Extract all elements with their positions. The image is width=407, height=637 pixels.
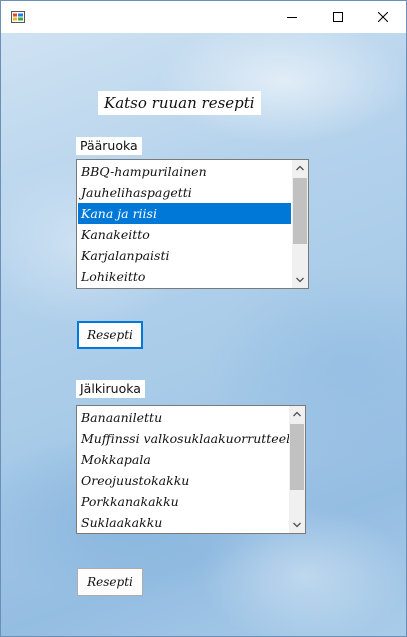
main-course-scrollbar[interactable]	[292, 160, 308, 288]
chevron-up-icon	[296, 165, 304, 171]
main-course-label: Pääruoka	[76, 137, 142, 155]
dessert-listbox[interactable]: Banaanilettu Muffinssi valkosuklaakuorru…	[76, 405, 306, 534]
list-item[interactable]: Kanakeitto	[78, 224, 291, 245]
scroll-thumb[interactable]	[290, 424, 304, 490]
scroll-up-button[interactable]	[292, 160, 308, 176]
list-item[interactable]: Mokkapala	[78, 449, 288, 470]
list-item[interactable]: Jauhelihaspagetti	[78, 182, 291, 203]
scroll-up-button[interactable]	[289, 406, 305, 422]
close-button[interactable]	[360, 1, 406, 33]
close-icon	[378, 12, 388, 22]
app-window: Katso ruuan resepti Pääruoka BBQ-hampuri…	[0, 0, 407, 637]
minimize-button[interactable]	[269, 1, 315, 33]
app-icon	[11, 11, 25, 23]
chevron-down-icon	[296, 277, 304, 283]
minimize-icon	[287, 17, 297, 18]
scroll-down-button[interactable]	[289, 517, 305, 533]
client-area: Katso ruuan resepti Pääruoka BBQ-hampuri…	[1, 33, 406, 636]
dessert-scrollbar[interactable]	[289, 406, 305, 533]
scroll-thumb[interactable]	[293, 178, 307, 244]
list-item[interactable]: Karjalanpaisti	[78, 245, 291, 266]
title-bar[interactable]	[1, 1, 406, 33]
main-course-recipe-button[interactable]: Resepti	[77, 321, 143, 349]
main-course-listbox[interactable]: BBQ-hampurilainen Jauhelihaspagetti Kana…	[76, 159, 309, 289]
scroll-down-button[interactable]	[292, 272, 308, 288]
chevron-down-icon	[293, 522, 301, 528]
maximize-icon	[333, 12, 343, 22]
list-item[interactable]: BBQ-hampurilainen	[78, 161, 291, 182]
list-item[interactable]: Lohikeitto	[78, 266, 291, 287]
dessert-recipe-button[interactable]: Resepti	[77, 568, 143, 596]
list-item[interactable]: Muffinssi valkosuklaakuorrutteella	[78, 428, 302, 449]
list-item-selected[interactable]: Kana ja riisi	[78, 203, 291, 224]
maximize-button[interactable]	[315, 1, 361, 33]
list-item[interactable]: Oreojuustokakku	[78, 470, 288, 491]
list-item[interactable]: Suklaakakku	[78, 512, 288, 533]
list-item[interactable]: Porkkanakakku	[78, 491, 288, 512]
page-title: Katso ruuan resepti	[98, 91, 261, 115]
list-item[interactable]: Banaanilettu	[78, 407, 288, 428]
dessert-label: Jälkiruoka	[76, 380, 145, 398]
chevron-up-icon	[293, 411, 301, 417]
